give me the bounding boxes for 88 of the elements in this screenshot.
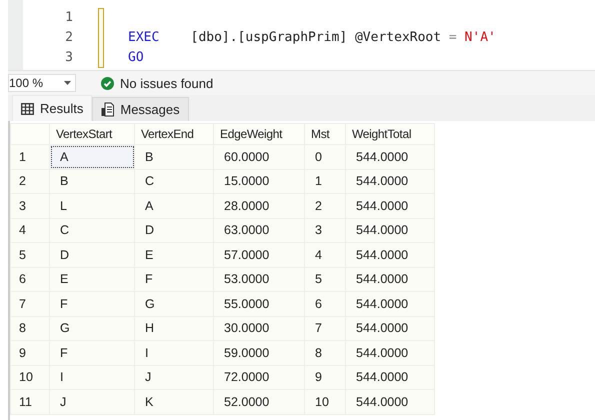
column-header[interactable]: Mst	[304, 124, 346, 144]
table-cell: A	[134, 194, 214, 218]
table-cell: 544.0000	[346, 242, 434, 267]
table-cell: B	[134, 144, 214, 169]
table-cell: 544.0000	[346, 316, 434, 340]
status-message: No issues found	[120, 76, 214, 90]
table-cell: 57.0000	[214, 242, 304, 267]
table-cell: 544.0000	[346, 267, 434, 292]
table-cell: 59.0000	[214, 340, 304, 365]
column-header[interactable]: VertexEnd	[134, 124, 214, 144]
table-cell: L	[50, 194, 134, 218]
result-tab[interactable]: Messages	[92, 97, 189, 121]
table-cell: K	[134, 390, 214, 414]
column-header[interactable]: EdgeWeight	[214, 124, 304, 144]
table-cell: 7	[304, 316, 346, 340]
line-number: 1	[65, 9, 73, 27]
table-cell: 72.0000	[214, 365, 304, 390]
row-number: 7	[10, 292, 50, 316]
line-number: 3	[65, 49, 73, 67]
table-cell: 1	[304, 169, 346, 194]
table-cell: G	[134, 292, 214, 316]
table-cell: E	[134, 242, 214, 267]
row-number: 3	[10, 194, 50, 218]
table-cell: C	[134, 169, 214, 194]
code-token: GO	[128, 50, 144, 65]
table-cell: 544.0000	[346, 365, 434, 390]
table-cell: 15.0000	[214, 169, 304, 194]
table-cell: 4	[304, 242, 346, 267]
table-cell: B	[50, 169, 134, 194]
row-number: 2	[10, 169, 50, 194]
table-cell: I	[134, 340, 214, 365]
table-cell: 8	[304, 340, 346, 365]
line-number: 2	[65, 29, 73, 47]
table-cell: I	[50, 365, 134, 390]
table-cell: 10	[304, 390, 346, 414]
table-cell: J	[134, 365, 214, 390]
table-cell: 544.0000	[346, 169, 434, 194]
change-bar	[98, 8, 104, 68]
table-cell: 6	[304, 292, 346, 316]
row-number: 10	[10, 365, 50, 390]
table-cell: 544.0000	[346, 218, 434, 242]
table-cell: 30.0000	[214, 316, 304, 340]
row-number: 1	[10, 144, 50, 169]
table-cell: 53.0000	[214, 267, 304, 292]
code-token: =	[448, 30, 457, 45]
table-cell: F	[50, 340, 134, 365]
row-number: 5	[10, 242, 50, 267]
row-number: 9	[10, 340, 50, 365]
check-circle-icon	[101, 76, 114, 90]
row-number: 8	[10, 316, 50, 340]
table-cell: 9	[304, 365, 346, 390]
table-cell: J	[50, 390, 134, 414]
table-cell: D	[134, 218, 214, 242]
table-cell: E	[50, 267, 134, 292]
table-cell: G	[50, 316, 134, 340]
table-cell: 544.0000	[346, 144, 434, 169]
zoom-dropdown[interactable]: 100 %	[8, 74, 76, 92]
table-cell: 2	[304, 194, 346, 218]
table-cell: 544.0000	[346, 390, 434, 414]
code-token: N'A'	[464, 30, 496, 45]
grid-icon	[21, 102, 34, 114]
code-token: EXEC	[128, 30, 160, 45]
document-icon	[101, 102, 114, 117]
column-header[interactable]: VertexStart	[50, 124, 134, 144]
table-cell: C	[50, 218, 134, 242]
row-number: 6	[10, 267, 50, 292]
table-cell: 544.0000	[346, 340, 434, 365]
table-cell: A	[50, 144, 134, 169]
table-cell: 5	[304, 267, 346, 292]
table-cell: 3	[304, 218, 346, 242]
caret-icon	[64, 81, 71, 85]
table-cell: F	[50, 292, 134, 316]
table-cell: 544.0000	[346, 292, 434, 316]
row-number: 4	[10, 218, 50, 242]
table-cell: 52.0000	[214, 390, 304, 414]
result-tab[interactable]: Results	[12, 95, 92, 121]
code-token: [dbo].[uspGraphPrim] @VertexRoot	[190, 30, 442, 45]
table-cell: 0	[304, 144, 346, 169]
table-cell: D	[50, 242, 134, 267]
table-cell: 28.0000	[214, 194, 304, 218]
table-cell: 60.0000	[214, 144, 304, 169]
table-cell: 55.0000	[214, 292, 304, 316]
table-cell: H	[134, 316, 214, 340]
column-header[interactable]: WeightTotal	[346, 124, 434, 144]
table-cell: F	[134, 267, 214, 292]
table-cell: 63.0000	[214, 218, 304, 242]
table-cell: 544.0000	[346, 194, 434, 218]
row-number: 11	[10, 390, 50, 414]
